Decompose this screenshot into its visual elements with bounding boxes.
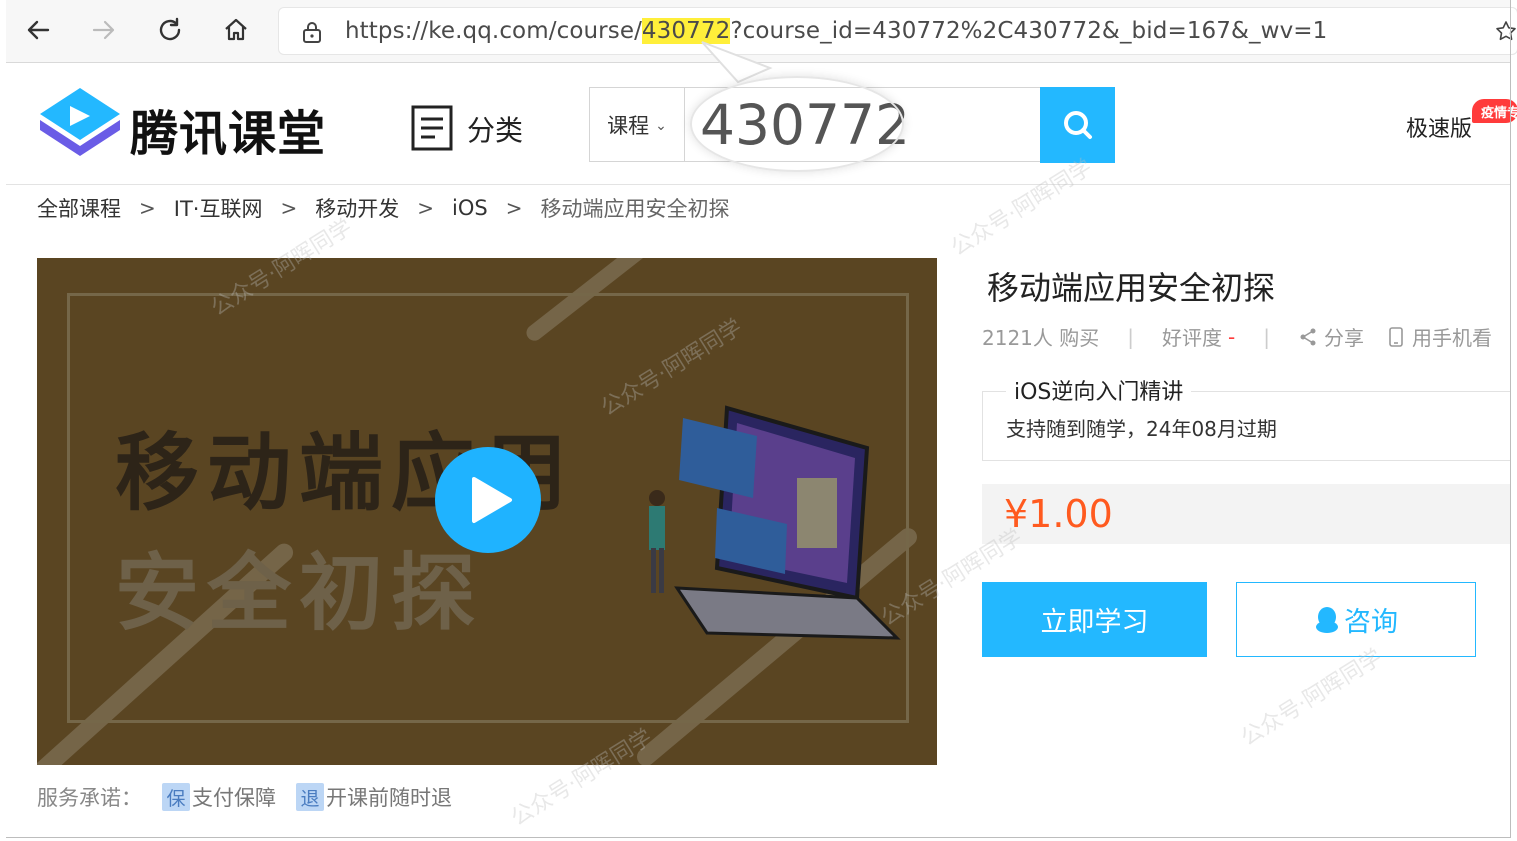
chevron-right-icon: >: [280, 196, 298, 220]
search-type-dropdown[interactable]: 课程 ⌄: [590, 88, 685, 161]
browser-toolbar: https://ke.qq.com/course/430772?course_i…: [6, 0, 1517, 63]
favorite-star-icon[interactable]: [1495, 20, 1517, 42]
service-promise: 服务承诺： 保 支付保障 退 开课前随时退: [37, 782, 452, 812]
search-box: 课程 ⌄: [589, 87, 1115, 163]
forward-arrow-icon: [92, 20, 115, 40]
share-icon: [1300, 328, 1316, 345]
breadcrumb-item-ios[interactable]: iOS: [452, 196, 488, 220]
search-type-label: 课程: [607, 113, 650, 138]
category-list-icon[interactable]: [411, 105, 453, 151]
video-cover-title-line2: 安全初探: [115, 544, 484, 642]
search-icon: [1063, 111, 1092, 139]
share-button[interactable]: 分享: [1298, 322, 1364, 351]
mobile-view-button[interactable]: 用手机看: [1386, 322, 1492, 351]
meta-divider: |: [1127, 324, 1135, 349]
meta-divider: |: [1263, 324, 1270, 349]
mobile-view-label: 用手机看: [1411, 326, 1492, 350]
rating: 好评度 -: [1162, 322, 1235, 351]
url-highlight: 430772: [641, 18, 731, 44]
consult-button[interactable]: 咨询: [1236, 582, 1476, 657]
play-icon: [472, 477, 512, 523]
category-link[interactable]: 分类: [467, 109, 523, 149]
back-button[interactable]: [20, 12, 56, 48]
url-suffix: ?course_id=430772%2C430772&_bid=167&_wv=…: [730, 18, 1328, 44]
breadcrumb-current: 移动端应用安全初探: [540, 197, 730, 221]
laptop-illustration-icon: [649, 405, 901, 640]
rating-value: -: [1228, 324, 1236, 349]
course-title: 移动端应用安全初探: [987, 269, 1276, 307]
logo-text[interactable]: 腾讯课堂: [130, 94, 326, 164]
rating-label: 好评度: [1162, 326, 1223, 350]
speed-version-link[interactable]: 极速版: [1406, 111, 1472, 143]
url-prefix: https://ke.qq.com/course/: [345, 18, 642, 44]
search-button[interactable]: [1040, 87, 1115, 163]
package-name: iOS逆向入门精讲: [1006, 374, 1192, 406]
tencent-classroom-logo-icon[interactable]: [36, 84, 122, 164]
url-text[interactable]: https://ke.qq.com/course/430772?course_i…: [345, 18, 1327, 44]
consult-label: 咨询: [1344, 607, 1398, 638]
share-label: 分享: [1323, 326, 1364, 350]
refresh-icon: [159, 17, 181, 41]
breadcrumb-item-mobile-dev[interactable]: 移动开发: [315, 193, 399, 223]
play-button[interactable]: [435, 447, 541, 553]
epidemic-badge: 疫情专: [1472, 99, 1517, 123]
buyer-count: 2121人 购买: [982, 326, 1100, 350]
refresh-button[interactable]: [152, 12, 188, 48]
service-tag-payment: 保 支付保障: [162, 782, 276, 812]
back-arrow-icon: [27, 20, 50, 40]
service-tag-refund: 退 开课前随时退: [296, 782, 452, 812]
service-label: 服务承诺：: [37, 786, 142, 810]
course-meta: 2121人 购买 | 好评度 - | 分享 用手机看: [982, 322, 1492, 351]
home-button[interactable]: [218, 12, 254, 48]
guarantee-icon: 保: [162, 783, 190, 811]
package-description: 支持随到随学，24年08月过期: [1006, 417, 1277, 441]
forward-button[interactable]: [86, 12, 122, 48]
address-bar[interactable]: https://ke.qq.com/course/430772?course_i…: [278, 7, 1517, 55]
search-input[interactable]: [688, 88, 1028, 161]
breadcrumb-item-all-courses[interactable]: 全部课程: [37, 193, 121, 223]
chevron-right-icon: >: [505, 196, 523, 220]
lock-icon: [303, 22, 321, 43]
video-player[interactable]: 移动端应用 安全初探: [37, 258, 937, 765]
study-now-button[interactable]: 立即学习: [982, 582, 1207, 657]
site-header: 腾讯课堂 分类 课程 ⌄ 极速版 疫情专: [6, 64, 1517, 185]
service-tag-label: 支付保障: [192, 786, 276, 810]
refund-icon: 退: [296, 783, 324, 811]
home-icon: [225, 18, 247, 41]
course-price: ¥1.00: [1004, 492, 1113, 536]
chevron-right-icon: >: [417, 196, 434, 220]
mobile-phone-icon: [1389, 326, 1403, 347]
breadcrumb-item-it[interactable]: IT·互联网: [174, 193, 263, 223]
service-tag-label: 开课前随时退: [326, 786, 452, 810]
chevron-down-icon: ⌄: [655, 117, 667, 134]
qq-penguin-icon: [1316, 606, 1338, 633]
chevron-right-icon: >: [139, 196, 156, 220]
breadcrumb: 全部课程 > IT·互联网 > 移动开发 > iOS > 移动端应用安全初探: [37, 193, 729, 223]
